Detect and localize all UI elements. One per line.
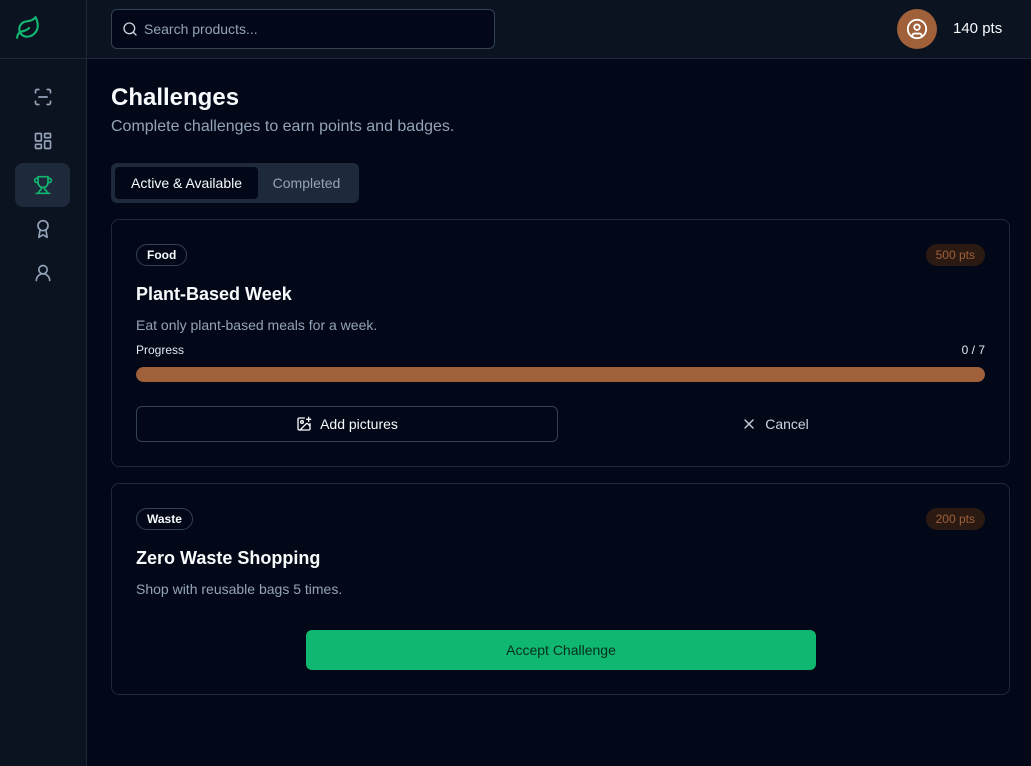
dashboard-icon [34, 132, 51, 150]
challenge-tabs: Active & Available Completed [111, 163, 359, 203]
nav-item-scan[interactable] [15, 75, 70, 119]
challenge-title: Plant-Based Week [136, 284, 292, 304]
user-circle-icon [906, 18, 928, 40]
search-icon [123, 22, 137, 36]
page-title: Challenges [111, 84, 240, 111]
cancel-label: Cancel [765, 416, 809, 432]
add-pictures-label: Add pictures [320, 416, 398, 432]
trophy-icon [33, 175, 52, 195]
close-icon [744, 419, 754, 429]
user-points: 140 pts [953, 20, 1003, 37]
sidebar [0, 0, 87, 766]
points-badge: 200 pts [925, 508, 985, 530]
award-icon [36, 219, 49, 239]
progress-bar-fill [136, 367, 985, 382]
challenge-description: Eat only plant-based meals for a week. [136, 317, 378, 333]
cancel-button[interactable]: Cancel [564, 406, 986, 442]
nav-item-badges[interactable] [15, 207, 70, 251]
challenge-description: Shop with reusable bags 5 times. [136, 581, 343, 597]
leaf-logo-icon[interactable] [15, 15, 41, 41]
category-badge: Food [136, 244, 188, 266]
challenge-title: Zero Waste Shopping [136, 548, 321, 568]
user-icon [35, 264, 51, 282]
nav-item-challenges[interactable] [15, 163, 70, 207]
sidebar-divider [0, 58, 86, 59]
image-plus-icon [297, 416, 312, 431]
category-badge: Waste [136, 508, 193, 530]
points-badge: 500 pts [925, 244, 985, 266]
nav-item-dashboard[interactable] [15, 119, 70, 163]
progress-label: Progress [136, 343, 185, 357]
challenge-card: Waste 200 pts Zero Waste Shopping Shop w… [111, 483, 1010, 695]
page-subtitle: Complete challenges to earn points and b… [111, 118, 455, 135]
challenge-card: Food 500 pts Plant-Based Week Eat only p… [111, 219, 1010, 467]
add-pictures-button[interactable]: Add pictures [136, 406, 558, 442]
progress-value: 0 / 7 [961, 343, 985, 357]
accept-challenge-button[interactable]: Accept Challenge [306, 630, 816, 670]
progress-bar [136, 367, 985, 382]
tab-completed[interactable]: Completed [258, 167, 355, 199]
search-input[interactable] [144, 10, 484, 48]
scan-icon [34, 88, 51, 106]
top-header: 140 pts [87, 0, 1031, 59]
avatar-button[interactable] [897, 9, 937, 49]
nav-item-profile[interactable] [15, 251, 70, 295]
tab-active-available[interactable]: Active & Available [115, 167, 258, 199]
search-box[interactable] [111, 9, 495, 49]
